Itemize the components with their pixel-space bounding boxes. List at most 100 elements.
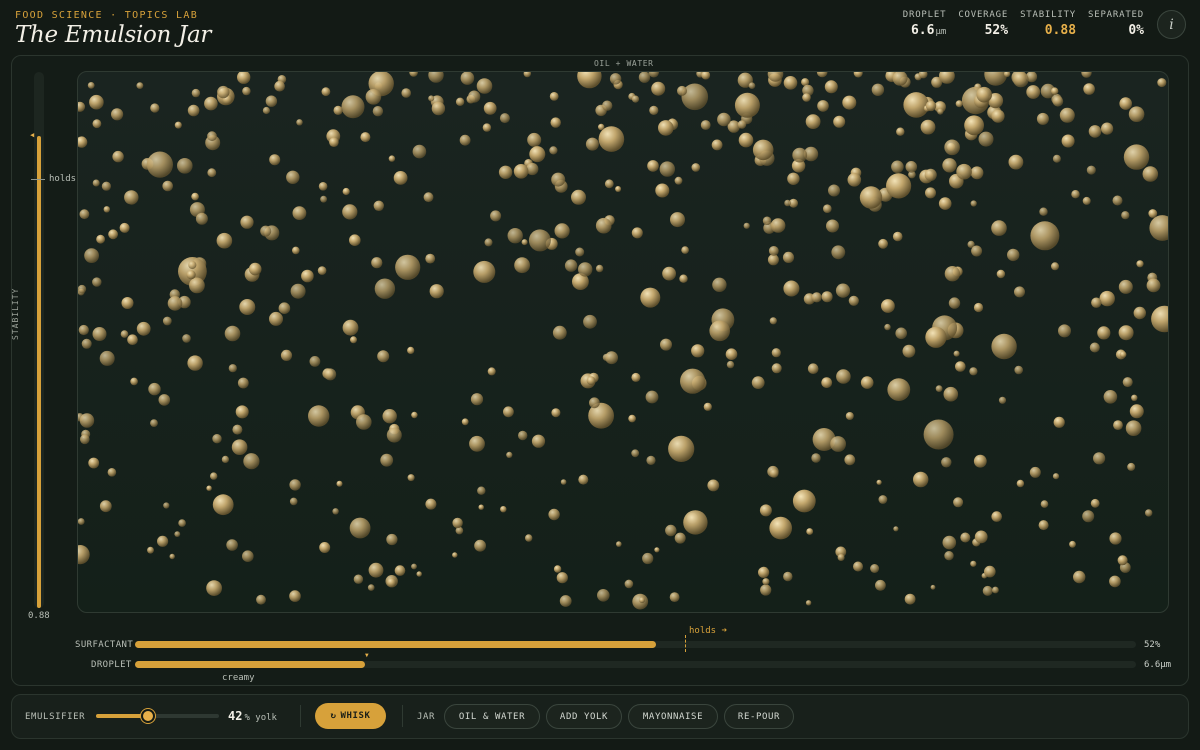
oil-droplet	[824, 80, 838, 94]
oil-droplet	[460, 72, 475, 85]
oil-droplet	[717, 112, 731, 127]
oil-droplet	[941, 457, 952, 468]
oil-droplet	[231, 439, 248, 456]
oil-droplet	[769, 469, 779, 478]
oil-droplet	[942, 158, 957, 173]
oil-droplet	[845, 412, 854, 420]
oil-droplet	[734, 92, 760, 118]
oil-droplet	[371, 257, 383, 269]
preset-oil-water-button[interactable]: OIL & WATER	[444, 704, 540, 729]
emulsifier-unit: % yolk	[244, 713, 277, 723]
oil-droplet	[367, 584, 375, 591]
oil-droplet	[292, 206, 307, 221]
oil-droplet	[595, 264, 604, 273]
oil-droplet	[674, 532, 686, 544]
oil-droplet	[169, 553, 175, 560]
preset-add-yolk-button[interactable]: ADD YOLK	[546, 704, 622, 729]
oil-droplet	[1128, 106, 1145, 122]
oil-droplet	[360, 132, 371, 143]
oil-droplet	[525, 534, 533, 542]
oil-droplet	[452, 517, 463, 529]
oil-droplet	[290, 283, 306, 299]
emulsifier-slider-handle[interactable]	[140, 709, 155, 723]
oil-droplet	[585, 137, 599, 151]
oil-droplet	[647, 160, 659, 172]
oil-droplet	[1151, 305, 1168, 333]
oil-droplet	[556, 572, 568, 584]
oil-droplet	[212, 434, 222, 444]
oil-droplet	[924, 168, 937, 181]
oil-droplet	[150, 103, 160, 113]
stability-value: 0.88	[28, 611, 50, 621]
oil-droplet	[1014, 365, 1023, 375]
oil-droplet	[207, 131, 217, 142]
oil-droplet	[78, 324, 89, 336]
oil-droplet	[262, 106, 270, 115]
oil-droplet	[859, 186, 883, 209]
oil-droplet	[221, 455, 229, 463]
oil-droplet	[878, 238, 888, 249]
oil-droplet	[725, 348, 738, 361]
oil-droplet	[1052, 96, 1064, 107]
oil-droplet	[833, 115, 846, 128]
oil-droplet	[1090, 498, 1100, 508]
oil-droplet	[991, 333, 1017, 360]
whisk-button[interactable]: ↻ WHISK	[315, 703, 386, 729]
oil-droplet	[186, 270, 196, 280]
jar-caption: OIL + WATER	[594, 59, 654, 68]
oil-droplet	[1053, 416, 1065, 428]
oil-droplet	[847, 173, 862, 187]
oil-droplet	[835, 283, 851, 298]
oil-droplet	[317, 266, 327, 275]
oil-droplet	[1073, 570, 1086, 584]
oil-droplet	[191, 192, 199, 201]
oil-droplet	[289, 590, 301, 602]
info-button[interactable]: i	[1157, 10, 1186, 39]
oil-droplet	[597, 589, 610, 602]
oil-droplet	[349, 234, 361, 246]
oil-droplet	[991, 109, 1005, 123]
oil-droplet	[559, 595, 572, 607]
surfactant-threshold	[685, 635, 686, 652]
oil-droplet	[224, 325, 241, 342]
oil-droplet	[428, 95, 435, 102]
oil-droplet	[411, 411, 418, 419]
emulsion-jar[interactable]	[77, 71, 1169, 613]
oil-droplet	[960, 532, 971, 543]
oil-droplet	[336, 480, 343, 487]
oil-droplet	[942, 535, 957, 550]
oil-droplet	[499, 113, 510, 124]
oil-droplet	[782, 251, 795, 263]
oil-droplet	[301, 269, 314, 283]
oil-droplet	[111, 108, 124, 121]
oil-droplet	[292, 246, 300, 255]
oil-droplet	[904, 593, 916, 605]
oil-droplet	[342, 204, 358, 220]
oil-droplet	[1039, 207, 1048, 216]
oil-droplet	[649, 105, 659, 115]
oil-droplet	[805, 600, 812, 606]
oil-droplet	[659, 161, 675, 177]
preset-re-pour-button[interactable]: RE-POUR	[724, 704, 794, 729]
oil-droplet	[830, 436, 846, 452]
oil-droplet	[1008, 154, 1024, 170]
oil-droplet	[548, 508, 560, 521]
preset-mayonnaise-button[interactable]: MAYONNAISE	[628, 704, 718, 729]
oil-droplet	[743, 222, 750, 229]
oil-droplet	[560, 479, 567, 485]
oil-droplet	[970, 560, 977, 567]
oil-droplet	[624, 579, 634, 589]
stability-axis-label: STABILITY	[11, 287, 20, 340]
oil-droplet	[1133, 306, 1147, 320]
oil-droplet	[902, 344, 916, 358]
oil-droplet	[679, 274, 688, 283]
oil-droplet	[217, 85, 230, 99]
oil-droplet	[242, 86, 251, 96]
oil-droplet	[998, 396, 1007, 404]
oil-droplet	[660, 338, 672, 351]
stat-label: DROPLET	[902, 10, 947, 20]
oil-droplet	[394, 565, 406, 576]
oil-droplet	[260, 225, 272, 237]
oil-droplet	[423, 192, 434, 203]
oil-droplet	[368, 562, 384, 578]
